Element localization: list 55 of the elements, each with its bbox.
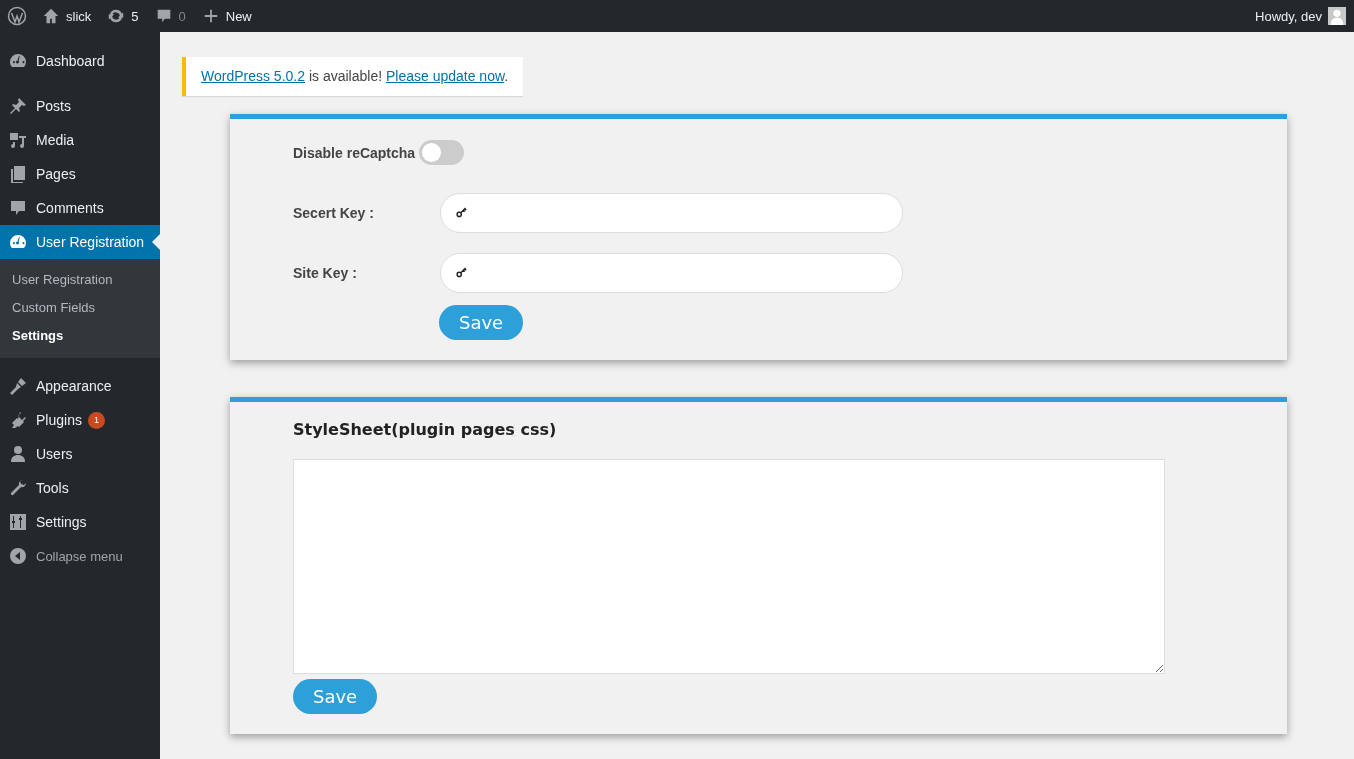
- menu-label: Collapse menu: [36, 548, 123, 564]
- pushpin-icon: [8, 96, 28, 116]
- css-text-area[interactable]: [293, 459, 1165, 674]
- updates-link[interactable]: 5: [99, 0, 147, 32]
- submenu-item[interactable]: User Registration: [0, 266, 160, 294]
- menu-label: Dashboard: [36, 53, 105, 69]
- refresh-icon: [107, 7, 126, 25]
- menu-label: User Registration: [36, 234, 145, 250]
- collapse-menu-button[interactable]: Collapse menu: [0, 539, 160, 573]
- menu-item[interactable]: Posts: [0, 89, 160, 123]
- menu-item[interactable]: Tools: [0, 471, 160, 505]
- notice-text: WordPress 5.0.2 is available! Please update now.: [201, 67, 509, 86]
- house-icon: [42, 7, 60, 25]
- menu-item[interactable]: Appearance: [0, 369, 160, 403]
- field-label: Secert Key :: [293, 205, 375, 221]
- key-icon: [455, 266, 469, 280]
- menu-label: Settings: [36, 514, 87, 530]
- toggle-label: Disable reCaptcha: [293, 144, 416, 161]
- menu-label: Media: [36, 132, 75, 148]
- menu-label: Users: [36, 446, 73, 462]
- update-count-badge: 1: [87, 411, 105, 429]
- comments-link[interactable]: 0: [146, 0, 194, 32]
- avatar: [1328, 7, 1346, 25]
- menu-item[interactable]: Plugins 1: [0, 403, 160, 437]
- media-icon: [8, 130, 28, 150]
- menu-label: Pages: [36, 166, 76, 182]
- toggle-switch[interactable]: [419, 140, 465, 165]
- pages-icon: [8, 164, 28, 184]
- panel-title: StyleSheet(plugin pages css): [293, 420, 557, 439]
- submenu-item[interactable]: Settings: [0, 322, 160, 350]
- new-link[interactable]: New: [193, 0, 260, 32]
- menu-label: Plugins: [36, 412, 82, 428]
- menu-item[interactable]: Pages: [0, 157, 160, 191]
- person-icon: [8, 444, 28, 464]
- menu-label: Appearance: [36, 378, 112, 394]
- key-input-field[interactable]: [440, 193, 903, 233]
- key-icon: [455, 206, 469, 220]
- menu-item[interactable]: Dashboard: [0, 44, 160, 78]
- menu-item[interactable]: Comments: [0, 191, 160, 225]
- site-link[interactable]: slick: [34, 0, 100, 32]
- menu-item[interactable]: Users: [0, 437, 160, 471]
- account-link[interactable]: Howdy, dev: [1247, 0, 1328, 32]
- version-link[interactable]: WordPress 5.0.2: [201, 68, 305, 84]
- menu-item[interactable]: Media: [0, 123, 160, 157]
- menu-item[interactable]: Settings: [0, 505, 160, 539]
- sliders-icon: [8, 512, 28, 532]
- menu-label: Posts: [36, 98, 71, 114]
- left-triangle-circle-icon: [8, 546, 28, 566]
- menu-label: Comments: [36, 200, 104, 216]
- menu-label: Tools: [36, 480, 69, 496]
- paintbrush-icon: [8, 376, 28, 396]
- field-label: Site Key :: [293, 265, 358, 281]
- menu-item[interactable]: User Registration: [0, 225, 160, 259]
- submenu-item[interactable]: Custom Fields: [0, 294, 160, 322]
- key-input-field[interactable]: [440, 253, 903, 293]
